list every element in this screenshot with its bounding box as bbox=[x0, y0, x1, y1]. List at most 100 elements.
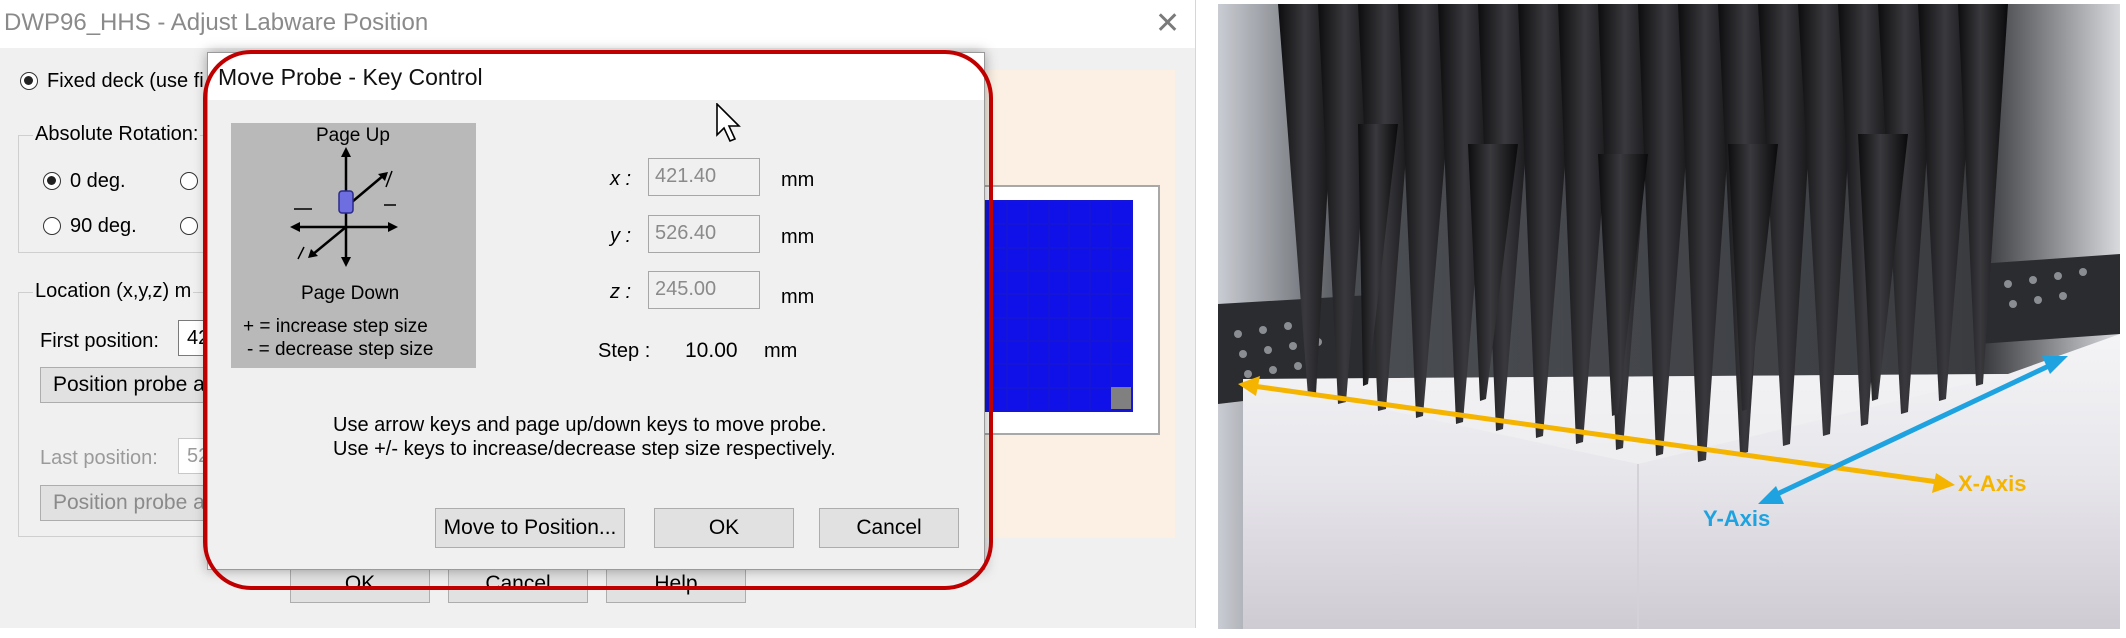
plate-well bbox=[1049, 295, 1069, 317]
direction-arrows-icon bbox=[290, 147, 398, 267]
close-icon[interactable]: ✕ bbox=[1155, 6, 1180, 41]
plate-well bbox=[987, 388, 1006, 410]
plate-well bbox=[1091, 295, 1111, 317]
instruction-line-2: Use +/- keys to increase/decrease step s… bbox=[333, 438, 836, 460]
plate-well bbox=[987, 225, 1006, 247]
plate-well bbox=[1091, 318, 1111, 340]
plate-well bbox=[1091, 388, 1111, 410]
position-probe-first-button[interactable]: Position probe at bbox=[40, 367, 220, 403]
plate-well bbox=[1091, 202, 1111, 224]
pipette-tips-photo: X-Axis Y-Axis bbox=[1218, 4, 2120, 629]
plate-well bbox=[1028, 342, 1048, 364]
rotation-270-radio[interactable] bbox=[180, 217, 198, 235]
z-unit: mm bbox=[781, 286, 815, 308]
position-probe-last-button[interactable]: Position probe a bbox=[40, 485, 220, 521]
plate-well bbox=[1028, 365, 1048, 387]
plate-well bbox=[1070, 225, 1090, 247]
rotation-180-radio[interactable] bbox=[180, 172, 198, 190]
plate-well bbox=[1028, 318, 1048, 340]
plate-well bbox=[1007, 365, 1027, 387]
rotation-90-radio[interactable] bbox=[43, 217, 61, 235]
plate-well bbox=[1049, 365, 1069, 387]
plate-well bbox=[1091, 342, 1111, 364]
plate-well bbox=[1112, 365, 1131, 387]
plate-well bbox=[1112, 342, 1131, 364]
z-label: z : bbox=[610, 281, 632, 303]
decrease-step-hint: - = decrease step size bbox=[247, 339, 434, 360]
instruction-line-1: Use arrow keys and page up/down keys to … bbox=[333, 414, 827, 436]
page-up-label: Page Up bbox=[316, 125, 390, 146]
rotation-0-radio[interactable] bbox=[43, 172, 61, 190]
plate-well bbox=[1112, 318, 1131, 340]
key-control-panel: Page Up Page Down + = increase step size… bbox=[231, 123, 476, 368]
plate-well bbox=[1070, 388, 1090, 410]
plate-well bbox=[1028, 248, 1048, 270]
plate-well bbox=[987, 272, 1006, 294]
plate-well bbox=[1049, 318, 1069, 340]
parent-cancel-button[interactable]: Cancel bbox=[448, 565, 588, 603]
dialog-titlebar: Move Probe - Key Control bbox=[208, 53, 984, 100]
page-down-label: Page Down bbox=[301, 283, 400, 304]
x-field: 421.40 bbox=[648, 158, 760, 196]
plate-well bbox=[1070, 248, 1090, 270]
y-unit: mm bbox=[781, 226, 815, 248]
plate-well bbox=[1070, 272, 1090, 294]
rotation-90-label: 90 deg. bbox=[70, 215, 137, 237]
parent-help-button[interactable]: Help bbox=[606, 565, 746, 603]
y-label: y : bbox=[610, 225, 632, 247]
plate-well bbox=[987, 365, 1006, 387]
move-probe-dialog: Move Probe - Key Control Page Up Page Do… bbox=[207, 52, 985, 570]
plate-well bbox=[1112, 225, 1131, 247]
plate-well bbox=[1112, 202, 1131, 224]
plate-well bbox=[1007, 388, 1027, 410]
plate-well bbox=[1049, 388, 1069, 410]
plate-well bbox=[1070, 295, 1090, 317]
plate-well bbox=[1091, 248, 1111, 270]
plate-well bbox=[1091, 272, 1111, 294]
plate-well bbox=[1007, 318, 1027, 340]
window-titlebar: DWP96_HHS - Adjust Labware Position ✕ bbox=[0, 0, 1195, 48]
plate-well bbox=[1007, 248, 1027, 270]
dialog-title: Move Probe - Key Control bbox=[218, 64, 483, 90]
step-unit: mm bbox=[764, 340, 798, 362]
plate-well bbox=[987, 318, 1006, 340]
plate-well bbox=[1070, 202, 1090, 224]
x-axis-label: X-Axis bbox=[1958, 471, 2027, 496]
dialog-cancel-button[interactable]: Cancel bbox=[819, 508, 959, 548]
plate-corner-well bbox=[1111, 387, 1131, 409]
plate-well bbox=[987, 295, 1006, 317]
fixed-deck-radio[interactable] bbox=[20, 72, 38, 90]
first-position-label: First position: bbox=[40, 330, 159, 352]
plate-well bbox=[987, 342, 1006, 364]
plate-well bbox=[1028, 225, 1048, 247]
location-group-label: Location (x,y,z) m bbox=[33, 280, 194, 303]
step-label: Step : bbox=[598, 340, 651, 362]
photo-illustration bbox=[1218, 4, 2120, 629]
plate-well bbox=[1049, 342, 1069, 364]
y-axis-label: Y-Axis bbox=[1703, 506, 1771, 531]
mouse-cursor-icon bbox=[716, 103, 741, 143]
plate-well bbox=[1007, 295, 1027, 317]
move-to-position-button[interactable]: Move to Position... bbox=[435, 508, 625, 548]
plate-well bbox=[1007, 225, 1027, 247]
plate-well bbox=[1028, 295, 1048, 317]
x-label: x : bbox=[610, 168, 632, 190]
step-value: 10.00 bbox=[685, 339, 738, 362]
plate-well bbox=[1091, 365, 1111, 387]
parent-ok-button[interactable]: OK bbox=[290, 565, 430, 603]
z-field: 245.00 bbox=[648, 271, 760, 309]
plate-well bbox=[1049, 248, 1069, 270]
x-unit: mm bbox=[781, 169, 815, 191]
window-title: DWP96_HHS - Adjust Labware Position bbox=[4, 9, 429, 36]
plate-well bbox=[1112, 248, 1131, 270]
plate-well bbox=[1112, 272, 1131, 294]
plate-well bbox=[1070, 318, 1090, 340]
increase-step-hint: + = increase step size bbox=[243, 316, 428, 337]
last-position-label: Last position: bbox=[40, 447, 158, 469]
plate-well bbox=[1007, 202, 1027, 224]
dialog-ok-button[interactable]: OK bbox=[654, 508, 794, 548]
plate-well bbox=[1028, 388, 1048, 410]
plate-well bbox=[1007, 342, 1027, 364]
y-field: 526.40 bbox=[648, 215, 760, 253]
plate-well bbox=[1028, 202, 1048, 224]
